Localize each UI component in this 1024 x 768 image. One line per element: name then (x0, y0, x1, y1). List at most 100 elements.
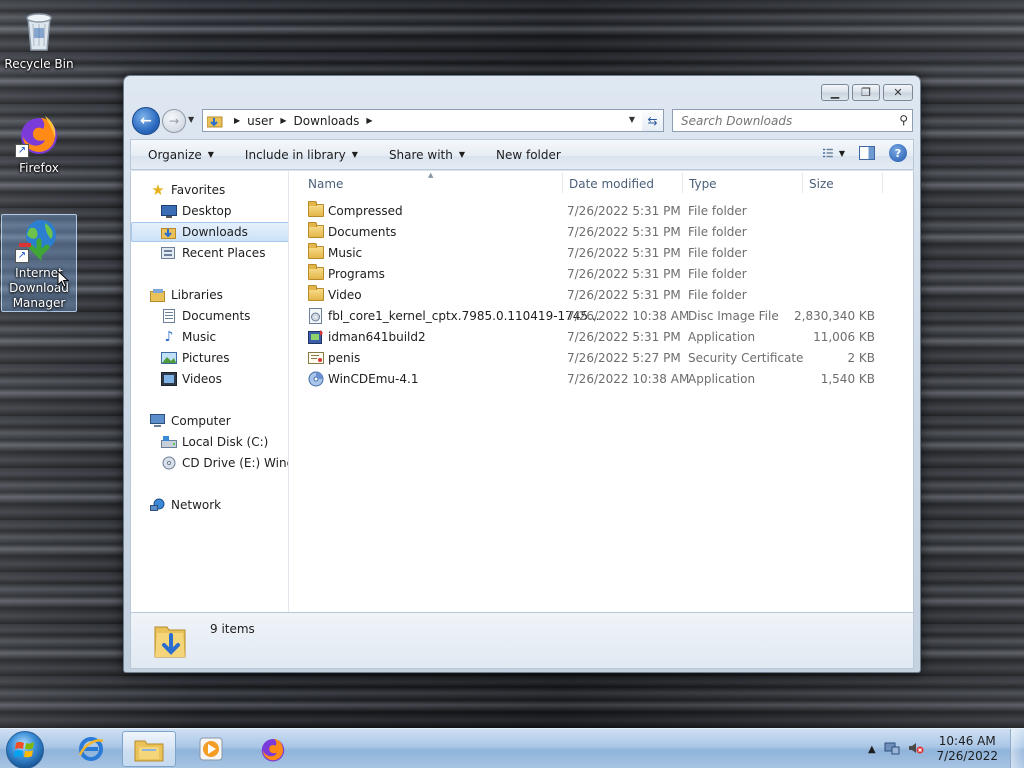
include-in-library-button[interactable]: Include in library ▼ (228, 148, 372, 162)
desktop-icon-recycle-bin[interactable]: Recycle Bin (1, 6, 77, 72)
file-type: File folder (688, 225, 747, 239)
nav-videos[interactable]: Videos (131, 369, 288, 389)
start-button[interactable] (6, 731, 44, 768)
nav-local-disk[interactable]: Local Disk (C:) (131, 432, 288, 452)
column-headers: ▲ Name Date modified Type Size (290, 171, 913, 197)
show-desktop-button[interactable] (1010, 729, 1024, 768)
file-row[interactable]: Compressed 7/26/2022 5:31 PM File folder (300, 201, 890, 222)
file-size: 2,830,340 KB (794, 309, 875, 323)
nav-network[interactable]: Network (131, 495, 288, 515)
search-input[interactable] (681, 113, 886, 128)
network-icon (150, 497, 166, 513)
file-row[interactable]: idman641build2 7/26/2022 5:31 PM Applica… (300, 327, 890, 348)
organize-button[interactable]: Organize ▼ (131, 148, 228, 162)
network-tray-icon[interactable] (884, 741, 900, 758)
details-view-icon (823, 148, 833, 158)
file-row[interactable]: fbl_core1_kernel_cptx.7985.0.110419-1745… (300, 306, 890, 327)
desktop-icon-label: Recycle Bin (4, 57, 74, 71)
file-list-area: ▲ Name Date modified Type Size Compresse… (290, 171, 913, 612)
file-row[interactable]: penis 7/26/2022 5:27 PM Security Certifi… (300, 348, 890, 369)
file-date: 7/26/2022 5:31 PM (567, 246, 681, 260)
help-icon[interactable]: ? (889, 144, 907, 162)
taskbar-firefox[interactable] (246, 731, 300, 767)
column-header-type[interactable]: Type (689, 177, 717, 191)
desktop-icon-idm[interactable]: ↗ Internet Download Manager (1, 214, 77, 312)
file-name: Programs (328, 267, 385, 281)
forward-button[interactable]: → (162, 109, 186, 133)
column-divider[interactable] (562, 173, 563, 193)
nav-recent-places[interactable]: Recent Places (131, 243, 288, 263)
clock-date: 7/26/2022 (936, 749, 998, 763)
file-type: Security Certificate (688, 351, 804, 365)
cd-app-icon (308, 371, 324, 387)
minimize-button[interactable]: ▁ (821, 84, 849, 101)
file-name: Video (328, 288, 362, 302)
nav-label: Libraries (171, 288, 223, 302)
change-view-button[interactable]: ▼ (823, 146, 845, 160)
nav-downloads[interactable]: Downloads (131, 222, 288, 242)
libraries-icon (150, 287, 166, 303)
clock[interactable]: 10:46 AM 7/26/2022 (936, 734, 998, 764)
file-date: 7/26/2022 10:38 AM (567, 309, 690, 323)
column-header-name[interactable]: Name (308, 177, 343, 191)
chevron-down-icon: ▼ (351, 150, 358, 159)
organize-label: Organize (148, 147, 202, 162)
nav-documents[interactable]: Documents (131, 306, 288, 326)
nav-computer[interactable]: Computer (131, 411, 288, 431)
file-row[interactable]: Programs 7/26/2022 5:31 PM File folder (300, 264, 890, 285)
downloads-folder-icon (206, 114, 223, 128)
column-divider[interactable] (682, 173, 683, 193)
column-divider[interactable] (882, 173, 883, 193)
taskbar-windows-explorer[interactable] (122, 731, 176, 767)
address-bar[interactable]: ▶ user ▶ Downloads ▶ ▼ (202, 109, 664, 132)
nav-cd-drive[interactable]: CD Drive (E:) Windo (131, 453, 288, 473)
breadcrumb-user[interactable]: user (247, 114, 273, 128)
refresh-button[interactable]: ⇆ (642, 109, 664, 132)
back-button[interactable]: ← (132, 107, 160, 135)
nav-desktop[interactable]: Desktop (131, 201, 288, 221)
file-row[interactable]: Video 7/26/2022 5:31 PM File folder (300, 285, 890, 306)
nav-label: Desktop (182, 204, 232, 218)
file-row[interactable]: Documents 7/26/2022 5:31 PM File folder (300, 222, 890, 243)
new-folder-label: New folder (496, 147, 561, 162)
nav-libraries[interactable]: Libraries (131, 285, 288, 305)
file-size: 11,006 KB (813, 330, 875, 344)
nav-music[interactable]: ♪ Music (131, 327, 288, 347)
taskbar-internet-explorer[interactable] (64, 731, 118, 767)
shortcut-arrow-icon: ↗ (15, 144, 29, 158)
search-icon[interactable]: ⚲ (899, 113, 908, 127)
file-date: 7/26/2022 5:27 PM (567, 351, 681, 365)
downloads-folder-icon (153, 621, 187, 659)
chevron-down-icon: ▼ (458, 150, 465, 159)
star-icon: ★ (151, 181, 165, 199)
show-hidden-icons-button[interactable]: ▲ (868, 744, 876, 755)
recent-pages-dropdown[interactable]: ▼ (188, 115, 198, 127)
nav-favorites[interactable]: ★ Favorites (131, 180, 288, 200)
maximize-button[interactable]: ❐ (852, 84, 880, 101)
breadcrumb-downloads[interactable]: Downloads (294, 114, 360, 128)
desktop-icon-firefox[interactable]: ↗ Firefox (1, 110, 77, 176)
close-button[interactable]: ✕ (883, 84, 913, 101)
column-header-date-modified[interactable]: Date modified (569, 177, 654, 191)
column-header-size[interactable]: Size (809, 177, 834, 191)
firefox-icon (261, 739, 285, 762)
folder-icon (308, 201, 324, 219)
share-with-button[interactable]: Share with ▼ (372, 148, 479, 162)
internet-explorer-icon (78, 737, 104, 761)
column-divider[interactable] (802, 173, 803, 193)
chevron-down-icon: ▼ (207, 150, 214, 159)
preview-pane-button[interactable] (859, 146, 875, 160)
search-box[interactable]: ⚲ (672, 109, 913, 132)
file-size: 1,540 KB (820, 372, 875, 386)
new-folder-button[interactable]: New folder (479, 148, 575, 162)
volume-muted-icon[interactable] (908, 741, 924, 758)
address-dropdown-icon[interactable]: ▼ (629, 115, 635, 124)
file-type: File folder (688, 204, 747, 218)
file-row[interactable]: Music 7/26/2022 5:31 PM File folder (300, 243, 890, 264)
taskbar-media-player[interactable] (184, 731, 238, 767)
sort-ascending-icon: ▲ (428, 171, 434, 179)
nav-label: Documents (182, 309, 251, 323)
file-row[interactable]: WinCDEmu-4.1 7/26/2022 10:38 AM Applicat… (300, 369, 890, 390)
nav-pictures[interactable]: Pictures (131, 348, 288, 368)
refresh-icon: ⇆ (647, 113, 658, 128)
